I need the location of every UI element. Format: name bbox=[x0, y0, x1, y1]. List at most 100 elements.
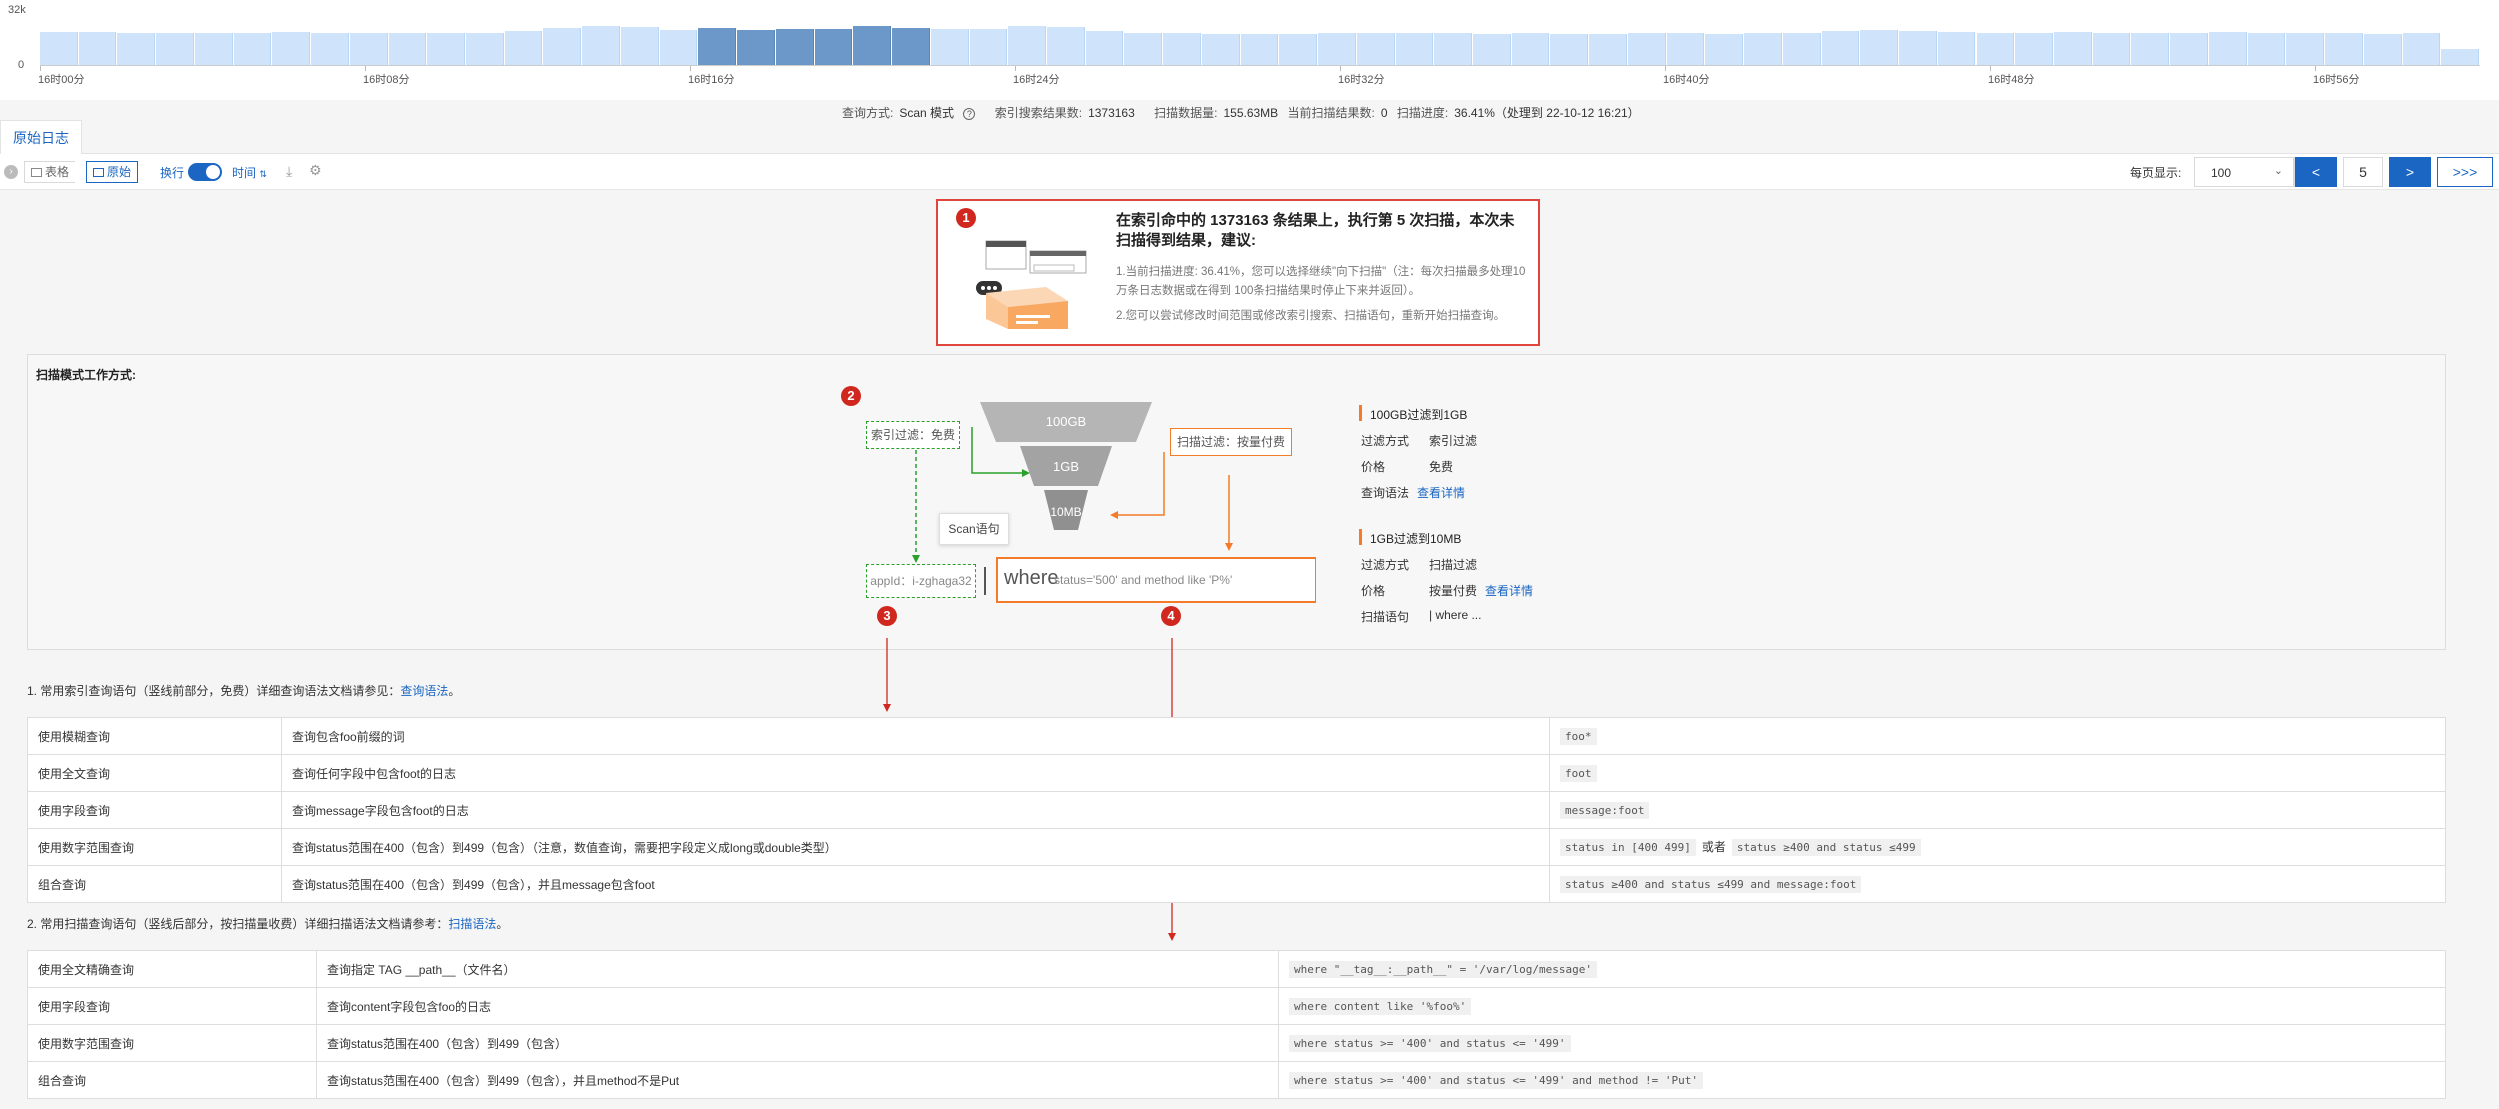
histogram-bar[interactable] bbox=[1550, 34, 1589, 65]
query-syntax-link[interactable]: 查询语法 bbox=[400, 684, 448, 698]
histogram-bar[interactable] bbox=[969, 28, 1008, 65]
code-snippet: where "__tag__:__path__" = '/var/log/mes… bbox=[1289, 960, 1598, 978]
scan-query-table: 使用全文精确查询 查询指定 TAG __path__（文件名） where "__t… bbox=[27, 950, 2446, 1099]
tab-raw-log[interactable]: 原始日志 bbox=[0, 120, 82, 154]
histogram-bar[interactable] bbox=[1511, 33, 1550, 65]
histogram-bar[interactable] bbox=[40, 31, 78, 65]
query-example-cell: foo* bbox=[1549, 717, 2446, 755]
histogram-chart[interactable]: 32k 0 16时00分 16时08分 16时16分 16时24分 16时32分 16时4… bbox=[0, 0, 2499, 100]
table-row: 组合查询 查询status范围在400（包含）到499（包含），并且method不… bbox=[27, 1061, 2446, 1099]
table-row: 使用字段查询 查询message字段包含foot的日志 message:foot bbox=[27, 791, 2446, 829]
histogram-bar[interactable] bbox=[1976, 33, 2015, 65]
histogram-bar[interactable] bbox=[1705, 33, 1744, 65]
histogram-bar[interactable] bbox=[620, 26, 659, 65]
histogram-bar[interactable] bbox=[1046, 26, 1085, 65]
histogram-bar[interactable] bbox=[2363, 34, 2402, 65]
wrap-toggle[interactable] bbox=[188, 163, 222, 181]
sort-icon: ⇅ bbox=[259, 169, 267, 179]
prev-page-button[interactable]: < bbox=[2295, 157, 2337, 187]
histogram-bar[interactable] bbox=[2208, 32, 2247, 65]
settings-icon[interactable]: ⚙ bbox=[309, 162, 322, 179]
query-status-bar: 查询方式: Scan 模式 ? 索引搜索结果数: 1373163 扫描数据量: 155… bbox=[842, 104, 1646, 121]
histogram-bar[interactable] bbox=[1201, 33, 1240, 65]
collapse-icon[interactable]: › bbox=[4, 165, 18, 179]
histogram-bar[interactable] bbox=[1163, 33, 1201, 65]
histogram-bar[interactable] bbox=[543, 28, 582, 65]
histogram-bar[interactable] bbox=[892, 27, 930, 65]
histogram-bar[interactable] bbox=[698, 28, 737, 65]
time-sort-button[interactable]: 时间 ⇅ bbox=[232, 164, 267, 181]
query-example-cell: where "__tag__:__path__" = '/var/log/mes… bbox=[1278, 950, 2446, 988]
histogram-bar[interactable] bbox=[1434, 33, 1472, 65]
query-type-cell: 使用全文查询 bbox=[27, 754, 282, 792]
histogram-bar[interactable] bbox=[311, 32, 349, 65]
histogram-bar[interactable] bbox=[233, 33, 272, 65]
query-example-cell: status ≥400 and status ≤499 and message:… bbox=[1549, 865, 2446, 903]
histogram-bar[interactable] bbox=[78, 32, 117, 65]
raw-view-button[interactable]: 原始 bbox=[86, 161, 139, 183]
histogram-bar[interactable] bbox=[737, 29, 775, 65]
x-axis-time-label: 16时08分 bbox=[363, 74, 410, 86]
next-page-button[interactable]: > bbox=[2389, 157, 2431, 187]
histogram-bar[interactable] bbox=[1666, 32, 1705, 65]
histogram-bar[interactable] bbox=[349, 32, 388, 65]
histogram-bar[interactable] bbox=[1899, 31, 1937, 65]
query-example-cell: message:foot bbox=[1549, 791, 2446, 829]
index-count-label: 索引搜索结果数: bbox=[994, 106, 1083, 120]
histogram-bar[interactable] bbox=[2170, 33, 2208, 65]
histogram-bar[interactable] bbox=[1860, 30, 1899, 65]
histogram-bar[interactable] bbox=[2325, 33, 2363, 65]
download-icon[interactable]: ⤓ bbox=[286, 163, 292, 180]
histogram-bar[interactable] bbox=[427, 33, 466, 65]
histogram-bar[interactable] bbox=[2015, 33, 2053, 65]
scan-syntax-link[interactable]: 扫描语法 bbox=[448, 917, 496, 931]
code-snippet: where content like '%foo%' bbox=[1289, 997, 1472, 1015]
per-page-label: 每页显示: bbox=[2130, 166, 2182, 180]
histogram-bar[interactable] bbox=[814, 28, 853, 65]
histogram-bar[interactable] bbox=[1589, 34, 1627, 65]
histogram-bar[interactable] bbox=[1821, 31, 1860, 65]
histogram-bar[interactable] bbox=[1473, 34, 1511, 65]
page-number-input[interactable]: 5 bbox=[2343, 157, 2383, 187]
help-icon[interactable]: ? bbox=[963, 108, 976, 120]
histogram-bar[interactable] bbox=[582, 25, 620, 65]
histogram-bar[interactable] bbox=[1279, 33, 1318, 65]
histogram-bar[interactable] bbox=[1937, 31, 1976, 65]
histogram-bar[interactable] bbox=[504, 31, 543, 65]
histogram-bar[interactable] bbox=[156, 33, 194, 65]
histogram-bar[interactable] bbox=[2053, 31, 2092, 65]
histogram-bar[interactable] bbox=[1627, 33, 1666, 65]
histogram-bar[interactable] bbox=[1085, 31, 1124, 65]
histogram-bar[interactable] bbox=[1008, 25, 1046, 65]
histogram-bar[interactable] bbox=[1782, 33, 1821, 65]
histogram-bar[interactable] bbox=[853, 26, 892, 65]
query-type-cell: 组合查询 bbox=[27, 865, 282, 903]
histogram-bar[interactable] bbox=[1124, 32, 1163, 65]
histogram-bar[interactable] bbox=[1356, 33, 1395, 65]
histogram-bar[interactable] bbox=[2131, 33, 2170, 65]
table-view-button[interactable]: 表格 bbox=[24, 161, 76, 183]
histogram-bar[interactable] bbox=[194, 33, 233, 65]
x-axis-line bbox=[40, 65, 2480, 66]
per-page-select[interactable]: 100 ⌄ bbox=[2194, 157, 2294, 187]
index-query-table: 使用模糊查询 查询包含foo前缀的词 foo* 使用全文查询 查询任何字段中包含foot… bbox=[27, 717, 2446, 903]
histogram-bar[interactable] bbox=[2247, 33, 2286, 65]
histogram-bar[interactable] bbox=[1240, 34, 1279, 65]
histogram-bar[interactable] bbox=[1395, 33, 1434, 65]
histogram-bar[interactable] bbox=[775, 29, 814, 65]
main-content: 1 在索引命中的 1373163 条结果上，执行第 5 次扫描，本次未扫描得到结… bbox=[0, 191, 2499, 1109]
histogram-bar[interactable] bbox=[2286, 33, 2325, 65]
histogram-bar[interactable] bbox=[2092, 33, 2131, 65]
histogram-bar[interactable] bbox=[1744, 33, 1782, 65]
histogram-bar[interactable] bbox=[388, 33, 427, 65]
histogram-bar[interactable] bbox=[2402, 33, 2441, 65]
histogram-bar[interactable] bbox=[466, 33, 504, 65]
histogram-bar[interactable] bbox=[659, 29, 698, 65]
histogram-bar[interactable] bbox=[272, 32, 311, 65]
skip-pages-button[interactable]: >>> bbox=[2437, 157, 2493, 187]
histogram-bar[interactable] bbox=[2441, 49, 2479, 65]
histogram-bar[interactable] bbox=[1318, 32, 1356, 65]
histogram-bar[interactable] bbox=[930, 29, 969, 65]
index-count-value: 1373163 bbox=[1088, 106, 1135, 120]
histogram-bar[interactable] bbox=[117, 32, 156, 65]
